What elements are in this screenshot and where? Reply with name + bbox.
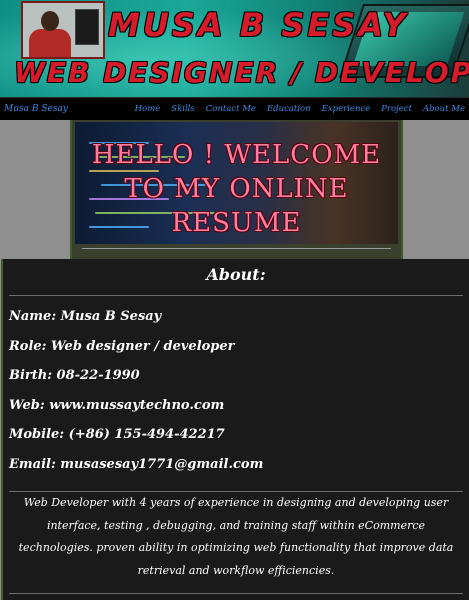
nav-about-link[interactable]: About Me — [423, 104, 465, 114]
hero-line-2: TO MY ONLINE RESUME — [124, 174, 349, 238]
banner-name: MUSA B SESAY — [108, 6, 409, 44]
about-info-list: Name: Musa B Sesay Role: Web designer / … — [9, 306, 469, 483]
photo-monitor — [75, 9, 99, 45]
hero-line-1: HELLO ! WELCOME — [91, 140, 382, 170]
about-section: About: Name: Musa B Sesay Role: Web desi… — [1, 259, 469, 600]
nav-contact-link[interactable]: Contact Me — [206, 104, 256, 114]
nav-education-link[interactable]: Education — [267, 104, 311, 114]
nav-skills-link[interactable]: Skills — [171, 104, 195, 114]
nav-project-link[interactable]: Project — [381, 104, 412, 114]
hero-section: HELLO ! WELCOME TO MY ONLINE RESUME — [0, 120, 469, 261]
about-role: Role: Web designer / developer — [9, 338, 235, 354]
about-email: Email: musasesay1771@gmail.com — [9, 456, 264, 472]
photo-person-head — [41, 11, 59, 31]
about-birth: Birth: 08-22-1990 — [9, 368, 140, 383]
banner-role: WEB DESIGNER / DEVELOPER — [14, 56, 469, 89]
summary-bottom-divider — [9, 593, 463, 594]
navbar: Musa B Sesay Home Skills Contact Me Educ… — [0, 97, 469, 120]
header-banner: MUSA B SESAY WEB DESIGNER / DEVELOPER — [0, 0, 469, 97]
about-divider — [9, 295, 463, 296]
nav-experience-link[interactable]: Experience — [322, 104, 371, 114]
about-title: About: — [206, 265, 266, 284]
photo-person-body — [29, 29, 71, 57]
about-web: Web: www.mussaytechno.com — [9, 397, 225, 413]
nav-home-link[interactable]: Home — [135, 104, 161, 114]
about-mobile: Mobile: (+86) 155-494-42217 — [9, 427, 225, 442]
hero-divider — [82, 248, 391, 249]
about-summary: Web Developer with 4 years of experience… — [18, 496, 454, 577]
hero-panel: HELLO ! WELCOME TO MY ONLINE RESUME — [70, 120, 403, 260]
nav-links: Home Skills Contact Me Education Experie… — [124, 104, 469, 114]
navbar-brand-link[interactable]: Musa B Sesay — [0, 104, 68, 114]
hero-heading: HELLO ! WELCOME TO MY ONLINE RESUME — [72, 138, 401, 240]
about-name: Name: Musa B Sesay — [9, 309, 162, 324]
profile-photo — [21, 1, 105, 59]
